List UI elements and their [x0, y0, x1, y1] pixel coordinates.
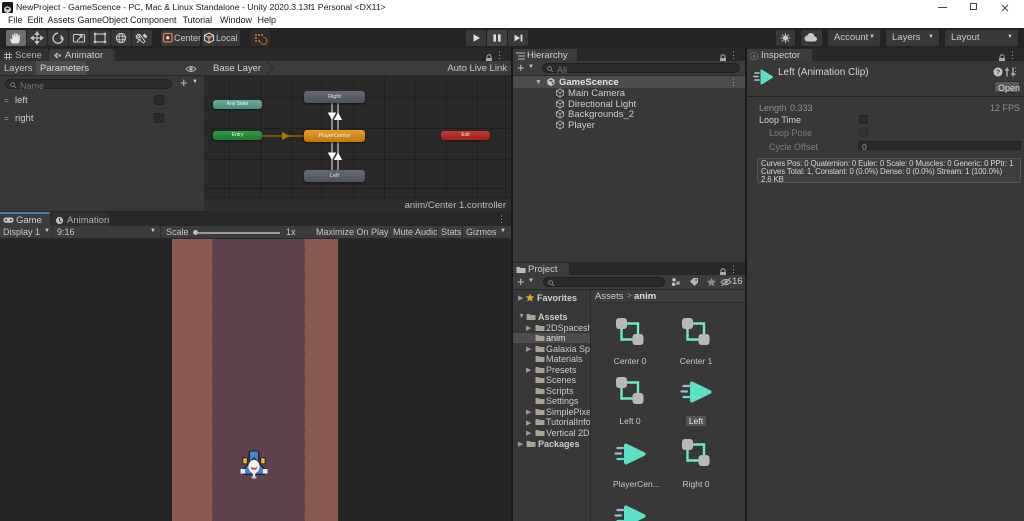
svg-text:?: ? — [996, 70, 1000, 77]
